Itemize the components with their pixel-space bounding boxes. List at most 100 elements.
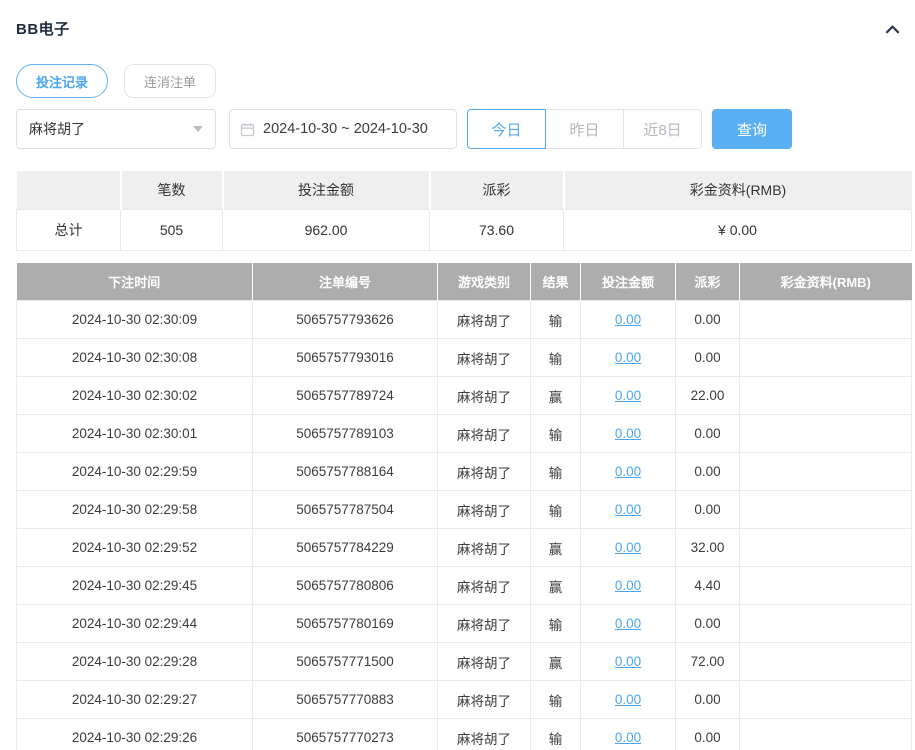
bet-time-cell: 2024-10-30 02:30:08 — [16, 338, 253, 377]
header-game-type: 游戏类别 — [437, 262, 531, 301]
bet-time-cell: 2024-10-30 02:29:59 — [16, 452, 253, 491]
table-row: 2024-10-30 02:29:44 5065757780169 麻将胡了输 0.0… — [16, 604, 912, 643]
summary-header-count: 笔数 — [119, 171, 223, 209]
bet-time-cell: 2024-10-30 02:29:58 — [16, 490, 253, 529]
bonus-cell — [739, 680, 912, 719]
summary-header-bonus: 彩金资料(RMB) — [562, 171, 912, 209]
date-range-picker[interactable]: 2024-10-30 ~ 2024-10-30 — [229, 109, 457, 149]
result-cell: 输 — [530, 718, 581, 750]
summary-bonus-value: ¥ 0.00 — [563, 208, 912, 251]
bet-amount-cell: 0.00 — [580, 718, 676, 750]
bet-amount-link[interactable]: 0.00 — [615, 312, 641, 327]
bet-time-cell: 2024-10-30 02:29:28 — [16, 642, 253, 681]
payout-cell: 0.00 — [675, 452, 740, 491]
bet-id-cell: 5065757780169 — [252, 604, 438, 643]
game-type-cell: 麻将胡了 — [437, 376, 531, 415]
bet-amount-cell: 0.00 — [580, 452, 676, 491]
bet-time-cell: 2024-10-30 02:29:44 — [16, 604, 253, 643]
payout-cell: 0.00 — [675, 490, 740, 529]
payout-cell: 0.00 — [675, 604, 740, 643]
game-type-cell: 麻将胡了 — [437, 490, 531, 529]
date-range-value: 2024-10-30 ~ 2024-10-30 — [263, 121, 428, 137]
bet-amount-link[interactable]: 0.00 — [615, 426, 641, 441]
bet-amount-link[interactable]: 0.00 — [615, 654, 641, 669]
chevron-up-icon[interactable] — [884, 22, 901, 36]
bet-amount-cell: 0.00 — [580, 528, 676, 567]
bonus-cell — [739, 338, 912, 377]
bet-id-cell: 5065757788164 — [252, 452, 438, 491]
search-button[interactable]: 查询 — [712, 109, 792, 149]
calendar-icon — [240, 122, 255, 137]
today-button[interactable]: 今日 — [467, 109, 546, 149]
page-title: BB电子 — [16, 21, 70, 38]
bet-id-cell: 5065757793626 — [252, 300, 438, 339]
result-cell: 赢 — [530, 528, 581, 567]
summary-bet-amount-value: 962.00 — [222, 208, 430, 251]
game-select[interactable]: 麻将胡了 — [16, 109, 216, 149]
bet-id-cell: 5065757771500 — [252, 642, 438, 681]
tab-cancelled-bets[interactable]: 连消注单 — [124, 64, 217, 98]
result-cell: 输 — [530, 414, 581, 453]
game-type-cell: 麻将胡了 — [437, 338, 531, 377]
header-bonus: 彩金资料(RMB) — [739, 262, 912, 301]
bonus-cell — [739, 414, 912, 453]
bet-amount-link[interactable]: 0.00 — [615, 388, 641, 403]
yesterday-button[interactable]: 昨日 — [545, 109, 624, 149]
payout-cell: 0.00 — [675, 718, 740, 750]
table-row: 2024-10-30 02:29:59 5065757788164 麻将胡了输 0.0… — [16, 452, 912, 491]
result-cell: 输 — [530, 680, 581, 719]
summary-header-bet-amount: 投注金额 — [221, 171, 430, 209]
table-row: 2024-10-30 02:29:28 5065757771500 麻将胡了赢 0.0… — [16, 642, 912, 681]
table-row: 2024-10-30 02:29:52 5065757784229 麻将胡了赢 0.0… — [16, 528, 912, 567]
filter-bar: 麻将胡了 2024-10-30 ~ 2024-10-30 今日 昨日 近8日 查… — [16, 109, 911, 149]
summary-total-label: 总计 — [16, 208, 121, 251]
bet-amount-cell: 0.00 — [580, 338, 676, 377]
summary-header-blank — [16, 171, 121, 209]
bet-time-cell: 2024-10-30 02:29:52 — [16, 528, 253, 567]
bonus-cell — [739, 528, 912, 567]
bet-amount-cell: 0.00 — [580, 642, 676, 681]
result-cell: 输 — [530, 490, 581, 529]
bet-amount-link[interactable]: 0.00 — [615, 616, 641, 631]
quick-range-group: 今日 昨日 近8日 — [467, 109, 702, 149]
bet-amount-cell: 0.00 — [580, 300, 676, 339]
result-cell: 输 — [530, 452, 581, 491]
bet-id-cell: 5065757789103 — [252, 414, 438, 453]
summary-table: 笔数 投注金额 派彩 彩金资料(RMB) 总计 505 962.00 73.60… — [16, 171, 912, 251]
result-cell: 赢 — [530, 376, 581, 415]
bet-amount-link[interactable]: 0.00 — [615, 578, 641, 593]
records-table-body: 2024-10-30 02:30:09 5065757793626 麻将胡了输 0.0… — [16, 300, 912, 750]
bet-time-cell: 2024-10-30 02:30:01 — [16, 414, 253, 453]
summary-payout-value: 73.60 — [429, 208, 564, 251]
bet-amount-link[interactable]: 0.00 — [615, 502, 641, 517]
payout-cell: 0.00 — [675, 414, 740, 453]
game-type-cell: 麻将胡了 — [437, 566, 531, 605]
tab-bet-records[interactable]: 投注记录 — [16, 64, 109, 98]
bet-amount-cell: 0.00 — [580, 376, 676, 415]
bet-amount-link[interactable]: 0.00 — [615, 730, 641, 745]
bet-time-cell: 2024-10-30 02:29:27 — [16, 680, 253, 719]
header-bet-amount: 投注金额 — [580, 262, 676, 301]
bet-id-cell: 5065757784229 — [252, 528, 438, 567]
payout-cell: 32.00 — [675, 528, 740, 567]
table-row: 2024-10-30 02:30:09 5065757793626 麻将胡了输 0.0… — [16, 300, 912, 339]
result-cell: 赢 — [530, 642, 581, 681]
last-8-days-button[interactable]: 近8日 — [623, 109, 702, 149]
game-type-cell: 麻将胡了 — [437, 642, 531, 681]
table-row: 2024-10-30 02:30:02 5065757789724 麻将胡了赢 0.0… — [16, 376, 912, 415]
chevron-down-icon — [193, 126, 203, 132]
bet-amount-link[interactable]: 0.00 — [615, 464, 641, 479]
table-row: 2024-10-30 02:30:08 5065757793016 麻将胡了输 0.0… — [16, 338, 912, 377]
header-bet-time: 下注时间 — [16, 262, 253, 301]
bet-id-cell: 5065757789724 — [252, 376, 438, 415]
bonus-cell — [739, 452, 912, 491]
payout-cell: 72.00 — [675, 642, 740, 681]
game-type-cell: 麻将胡了 — [437, 718, 531, 750]
bet-amount-link[interactable]: 0.00 — [615, 692, 641, 707]
header-payout: 派彩 — [675, 262, 740, 301]
bonus-cell — [739, 642, 912, 681]
bonus-cell — [739, 300, 912, 339]
game-type-cell: 麻将胡了 — [437, 680, 531, 719]
bet-amount-link[interactable]: 0.00 — [615, 350, 641, 365]
bet-amount-link[interactable]: 0.00 — [615, 540, 641, 555]
